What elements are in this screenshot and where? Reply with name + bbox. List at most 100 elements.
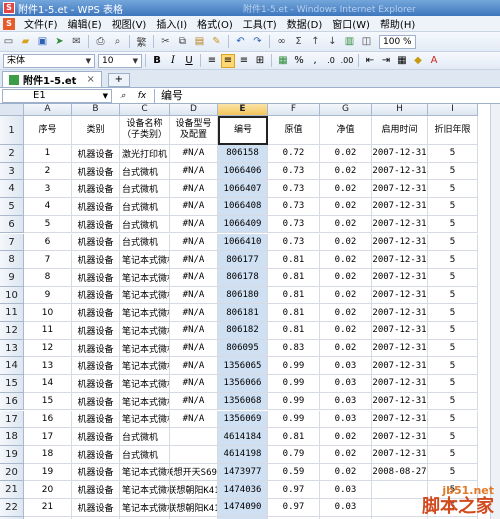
table-cell[interactable]: 2007-12-31	[372, 162, 428, 181]
name-box[interactable]: E1 ▼	[2, 88, 112, 103]
table-cell[interactable]: 联想开天S690	[170, 463, 218, 482]
format-painter-icon[interactable]: ✎	[209, 34, 224, 49]
table-cell[interactable]: 机器设备	[72, 286, 120, 305]
chart-icon[interactable]: ▥	[342, 34, 357, 49]
table-cell[interactable]: 2007-12-31	[372, 410, 428, 429]
table-cell[interactable]: 5	[428, 304, 478, 322]
table-cell[interactable]: 笔记本式微机	[120, 481, 170, 499]
column-header-g[interactable]: G	[320, 104, 372, 116]
table-cell[interactable]: 0.02	[320, 251, 372, 269]
table-cell[interactable]: 1474036	[218, 481, 268, 499]
print-preview-icon[interactable]: ⌕	[110, 34, 125, 49]
header-cell[interactable]: 净值	[320, 116, 372, 145]
underline-icon[interactable]: U	[182, 54, 196, 68]
table-cell[interactable]: 5	[428, 322, 478, 340]
table-cell[interactable]: 2007-12-31	[372, 251, 428, 269]
table-cell[interactable]: 机器设备	[72, 445, 120, 464]
table-cell[interactable]: 2007-12-31	[372, 322, 428, 340]
table-cell[interactable]: 0.02	[320, 322, 372, 340]
row-header[interactable]: 6	[0, 215, 24, 234]
row-header[interactable]: 4	[0, 180, 24, 199]
italic-icon[interactable]: I	[166, 54, 180, 68]
table-cell[interactable]: #N/A	[170, 198, 218, 216]
zoom-select[interactable]: 100 %	[379, 34, 416, 49]
increase-indent-icon[interactable]: ⇥	[379, 54, 393, 68]
table-cell[interactable]: 0.02	[320, 428, 372, 446]
table-cell[interactable]: 笔记本式微机	[120, 268, 170, 287]
table-cell[interactable]	[170, 428, 218, 446]
table-cell[interactable]: #N/A	[170, 392, 218, 411]
row-header[interactable]: 10	[0, 286, 24, 305]
table-cell[interactable]: 1473977	[218, 463, 268, 482]
new-tab-button[interactable]: +	[107, 73, 130, 87]
table-cell[interactable]: 9	[24, 286, 72, 305]
table-cell[interactable]: 7	[24, 251, 72, 269]
table-cell[interactable]: 机器设备	[72, 162, 120, 181]
cut-icon[interactable]: ✂	[158, 34, 173, 49]
save-icon[interactable]: ▣	[35, 34, 50, 49]
row-header[interactable]: 21	[0, 481, 24, 499]
table-cell[interactable]: 1356068	[218, 392, 268, 411]
table-cell[interactable]: #N/A	[170, 375, 218, 393]
table-cell[interactable]: 机器设备	[72, 233, 120, 252]
table-cell[interactable]: 0.02	[320, 198, 372, 216]
table-cell[interactable]: #N/A	[170, 304, 218, 322]
table-cell[interactable]: 机器设备	[72, 268, 120, 287]
menu-data[interactable]: 数据(D)	[282, 16, 328, 31]
table-cell[interactable]: 2008-08-27	[372, 463, 428, 482]
table-cell[interactable]: 激光打印机	[120, 145, 170, 163]
row-header[interactable]: 5	[0, 198, 24, 216]
table-cell[interactable]: 0.02	[320, 463, 372, 482]
menu-window[interactable]: 窗口(W)	[327, 16, 375, 31]
table-cell[interactable]	[372, 481, 428, 499]
table-cell[interactable]: 笔记本式微机	[120, 463, 170, 482]
column-header-f[interactable]: F	[268, 104, 320, 116]
table-cell[interactable]: 2007-12-31	[372, 392, 428, 411]
paste-icon[interactable]: ▤	[192, 34, 207, 49]
table-cell[interactable]: 0.03	[320, 410, 372, 429]
table-cell[interactable]: 1066407	[218, 180, 268, 199]
header-cell[interactable]: 编号	[218, 116, 268, 145]
table-cell[interactable]: 1	[24, 145, 72, 163]
table-cell[interactable]: 0.73	[268, 162, 320, 181]
table-cell[interactable]: 15	[24, 392, 72, 411]
row-header[interactable]: 11	[0, 304, 24, 322]
table-cell[interactable]: 机器设备	[72, 322, 120, 340]
table-cell[interactable]: 0.81	[268, 304, 320, 322]
table-cell[interactable]: #N/A	[170, 251, 218, 269]
column-header-h[interactable]: H	[372, 104, 428, 116]
table-cell[interactable]: 机器设备	[72, 198, 120, 216]
table-cell[interactable]: 5	[428, 162, 478, 181]
header-cell[interactable]: 类别	[72, 116, 120, 145]
table-cell[interactable]: 1066408	[218, 198, 268, 216]
table-cell[interactable]: 2007-12-31	[372, 198, 428, 216]
table-cell[interactable]: 机器设备	[72, 481, 120, 499]
table-cell[interactable]: 0.03	[320, 375, 372, 393]
table-cell[interactable]: 1356065	[218, 357, 268, 376]
table-cell[interactable]: 5	[428, 410, 478, 429]
table-cell[interactable]: 5	[428, 375, 478, 393]
table-cell[interactable]: #N/A	[170, 410, 218, 429]
sort-descending-icon[interactable]: ↓	[325, 34, 340, 49]
copy-icon[interactable]: ⧉	[175, 34, 190, 49]
table-cell[interactable]: 4614198	[218, 445, 268, 464]
table-cell[interactable]: 0.02	[320, 304, 372, 322]
table-cell[interactable]: 2007-12-31	[372, 145, 428, 163]
table-cell[interactable]: 17	[24, 428, 72, 446]
row-header[interactable]: 9	[0, 268, 24, 287]
open-folder-icon[interactable]: ▰	[18, 34, 33, 49]
table-cell[interactable]: 1474090	[218, 499, 268, 517]
column-header-b[interactable]: B	[72, 104, 120, 116]
table-cell[interactable]: 0.59	[268, 463, 320, 482]
sort-ascending-icon[interactable]: ↑	[308, 34, 323, 49]
table-cell[interactable]: 联想朝阳K41	[170, 481, 218, 499]
redo-icon[interactable]: ↷	[250, 34, 265, 49]
table-cell[interactable]: 1356069	[218, 410, 268, 429]
table-cell[interactable]: 2007-12-31	[372, 180, 428, 199]
table-cell[interactable]: 5	[24, 215, 72, 234]
table-cell[interactable]: 2007-12-31	[372, 357, 428, 376]
table-cell[interactable]: 21	[24, 499, 72, 517]
table-cell[interactable]: 台式微机	[120, 180, 170, 199]
row-header[interactable]: 20	[0, 463, 24, 482]
table-cell[interactable]: 笔记本式微机	[120, 322, 170, 340]
